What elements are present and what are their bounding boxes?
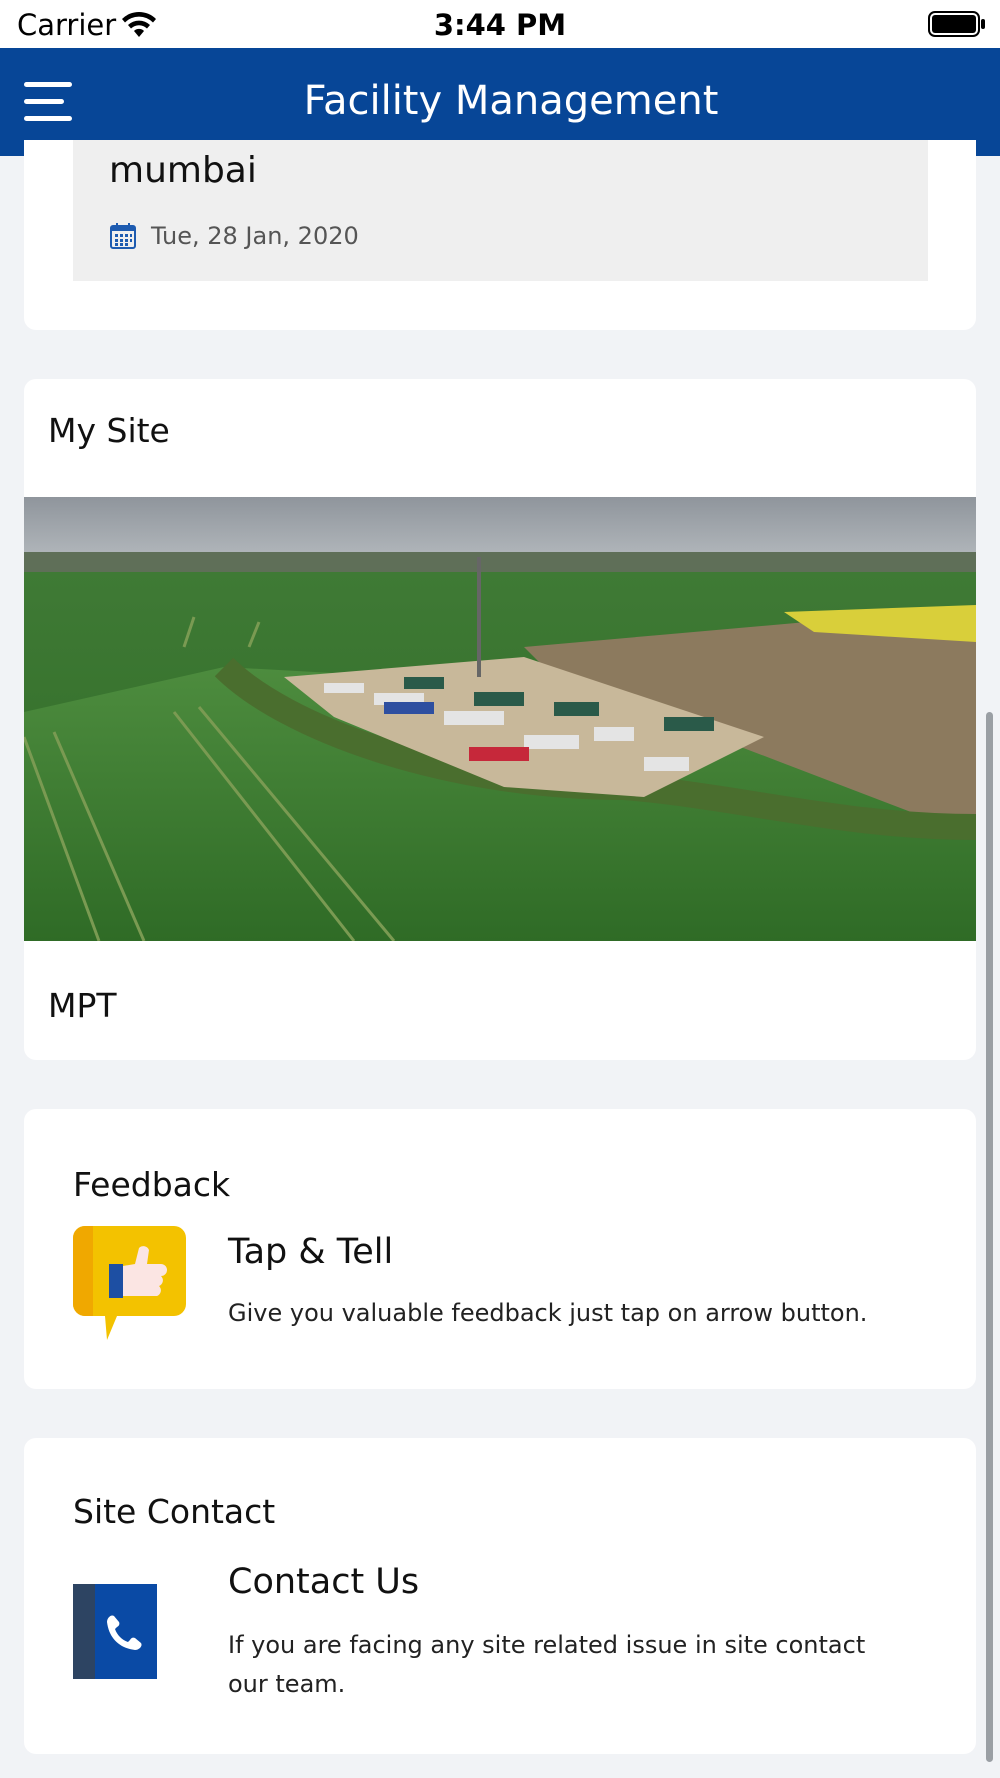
my-site-card[interactable]: My Site MPT <box>24 379 976 1060</box>
page-title: Facility Management <box>303 78 719 124</box>
feedback-description: Give you valuable feedback just tap on a… <box>228 1299 868 1327</box>
vertical-scrollbar[interactable] <box>986 712 993 1762</box>
feedback-heading: Feedback <box>73 1165 231 1204</box>
thumbs-up-icon <box>73 1226 186 1340</box>
contact-us-title: Contact Us <box>228 1562 420 1602</box>
booking-summary[interactable]: mumbai Tue, 28 Jan, 2020 <box>73 140 928 281</box>
site-contact-heading: Site Contact <box>73 1492 276 1531</box>
site-name: MPT <box>48 986 117 1025</box>
phone-icon <box>73 1584 157 1679</box>
booking-date: Tue, 28 Jan, 2020 <box>151 222 359 250</box>
booking-location: mumbai <box>109 150 257 191</box>
my-site-heading: My Site <box>48 411 170 450</box>
site-contact-card[interactable]: Site Contact Contact Us If you are facin… <box>24 1438 976 1754</box>
booking-card: mumbai Tue, 28 Jan, 2020 <box>24 140 976 330</box>
calendar-icon <box>110 223 136 249</box>
site-photo[interactable] <box>24 497 976 941</box>
status-bar: Carrier 3:44 PM <box>0 0 1000 48</box>
tap-and-tell-title: Tap & Tell <box>228 1232 394 1272</box>
clock-time: 3:44 PM <box>433 8 567 42</box>
contact-description: If you are facing any site related issue… <box>228 1631 866 1698</box>
feedback-card[interactable]: Feedback Tap & Tell Give you valuable fe… <box>24 1109 976 1389</box>
battery-icon <box>928 11 985 37</box>
